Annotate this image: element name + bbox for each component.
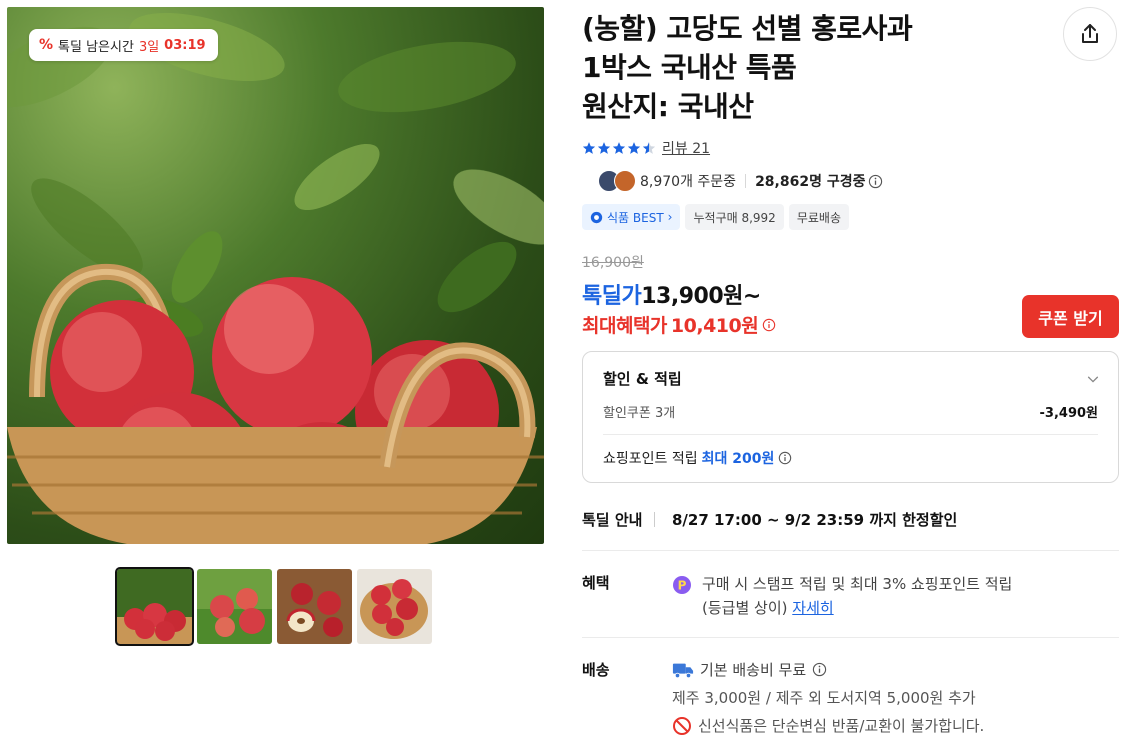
shopping-point-row: 쇼핑포인트 적립 최대 200원 [603,448,792,468]
title-line-3: 원산지: 국내산 [582,90,754,123]
return-policy-notice: 신선식품은 단순변심 반품/교환이 불가합니다. [698,717,985,735]
gear-badge-icon [590,211,603,223]
svg-text:P: P [678,579,687,593]
coupon-row: 할인쿠폰 3개 -3,490원 [603,402,1098,421]
benefit-line-2: (등급별 상이) 자세히 [702,596,1122,620]
deal-period: 8/27 17:00 ~ 9/2 23:59 까지 한정할인 [672,511,958,529]
deal-price-label: 톡딜가 [582,284,642,309]
benefit-note: (등급별 상이) [702,599,788,617]
product-badges: 식품 BEST › 누적구매 8,992 무료배송 [582,204,849,230]
buyer-avatars [598,170,636,192]
coupon-count-label: 할인쿠폰 3개 [603,406,676,421]
free-shipping-badge: 무료배송 [788,204,849,230]
deal-info-label: 톡딜 안내 [582,511,643,529]
orders-count: 8,970개 주문중 [640,174,737,190]
thumbnail-4[interactable] [357,569,432,644]
apple-basket-illustration [7,12,544,544]
discount-points-panel[interactable]: 할인 & 적립 할인쿠폰 3개 -3,490원 쇼핑포인트 적립 최대 200원 [582,351,1119,483]
deal-timer-badge: % 톡딜 남은시간 3일 03:19 [29,29,218,61]
thumbnail-2[interactable] [197,569,272,644]
activity-stats: 8,970개 주문중 28,862명 구경중 [598,170,883,192]
coupon-amount: -3,490원 [1039,406,1098,421]
info-icon[interactable] [868,174,883,189]
cumulative-purchase-badge: 누적구매 8,992 [685,204,784,230]
benefit-details-link[interactable]: 자세히 [792,599,833,617]
max-price-value: 10,410원 [670,315,759,337]
benefit-label: 혜택 [582,574,610,592]
chevron-down-icon[interactable] [1086,372,1100,386]
shipping-line-3: 신선식품은 단순변심 반품/교환이 불가합니다. [672,715,984,736]
shipping-line-2: 제주 3,000원 / 제주 외 도서지역 5,000원 추가 [672,687,976,708]
divider [582,550,1119,551]
share-button[interactable] [1063,7,1117,61]
info-icon[interactable] [762,318,776,332]
best-badge-label: 식품 BEST [607,210,664,225]
share-icon [1082,24,1098,43]
title-line-2: 1박스 국내산 특품 [582,51,797,84]
product-main-image[interactable]: % 톡딜 남은시간 3일 03:19 [7,7,544,544]
divider [582,637,1119,638]
deal-price: 톡딜가13,900원~ [582,278,761,310]
info-icon[interactable] [778,451,792,465]
divider [603,434,1098,435]
viewers-count: 28,862명 구경중 [755,174,866,190]
star-rating [582,141,656,155]
benefit-line-1: 구매 시 스탬프 적립 및 최대 3% 쇼핑포인트 적립 [702,575,1013,593]
percent-icon: % [39,37,54,53]
timer-time: 03:19 [164,37,206,53]
shipping-label: 배송 [582,661,610,679]
thumbnail-3[interactable] [277,569,352,644]
avatar [614,170,636,192]
product-title: (농할) 고당도 선별 홍로사과 1박스 국내산 특품 원산지: 국내산 [582,9,1032,126]
info-icon[interactable] [812,662,827,677]
star-icon [582,142,596,154]
max-price-label: 최대혜택가 [582,315,667,337]
chevron-right-icon: › [667,210,673,224]
thumbnail-strip [115,567,432,646]
review-link[interactable]: 리뷰 21 [662,138,710,158]
point-label: 쇼핑포인트 적립 [603,451,698,467]
get-coupon-button[interactable]: 쿠폰 받기 [1022,295,1119,338]
star-icon [597,142,611,154]
point-value: 최대 200원 [701,451,775,467]
original-price: 16,900원 [582,255,644,271]
benefit-description: 구매 시 스탬프 적립 및 최대 3% 쇼핑포인트 적립 (등급별 상이) 자세… [702,572,1122,620]
island-shipping-fee: 제주 3,000원 / 제주 외 도서지역 5,000원 추가 [672,689,976,707]
truck-icon [672,663,694,678]
base-shipping-fee: 기본 배송비 무료 [700,661,807,679]
divider [654,512,655,527]
timer-label: 톡딜 남은시간 [58,39,134,55]
half-star-icon [642,142,656,154]
deal-price-value: 13,900원~ [641,284,761,309]
best-category-badge[interactable]: 식품 BEST › [582,204,681,230]
prohibited-icon [673,716,691,735]
point-p-icon: P [673,576,691,594]
title-line-1: (농할) 고당도 선별 홍로사과 [582,12,913,45]
max-benefit-price: 최대혜택가 10,410원 [582,311,776,338]
thumbnail-1[interactable] [115,567,194,646]
star-icon [627,142,641,154]
star-icon [612,142,626,154]
divider [745,174,747,188]
rating-row: 리뷰 21 [582,138,710,158]
timer-days: 3일 [138,39,160,55]
shipping-line-1: 기본 배송비 무료 [672,659,827,680]
discount-panel-title: 할인 & 적립 [603,370,682,388]
